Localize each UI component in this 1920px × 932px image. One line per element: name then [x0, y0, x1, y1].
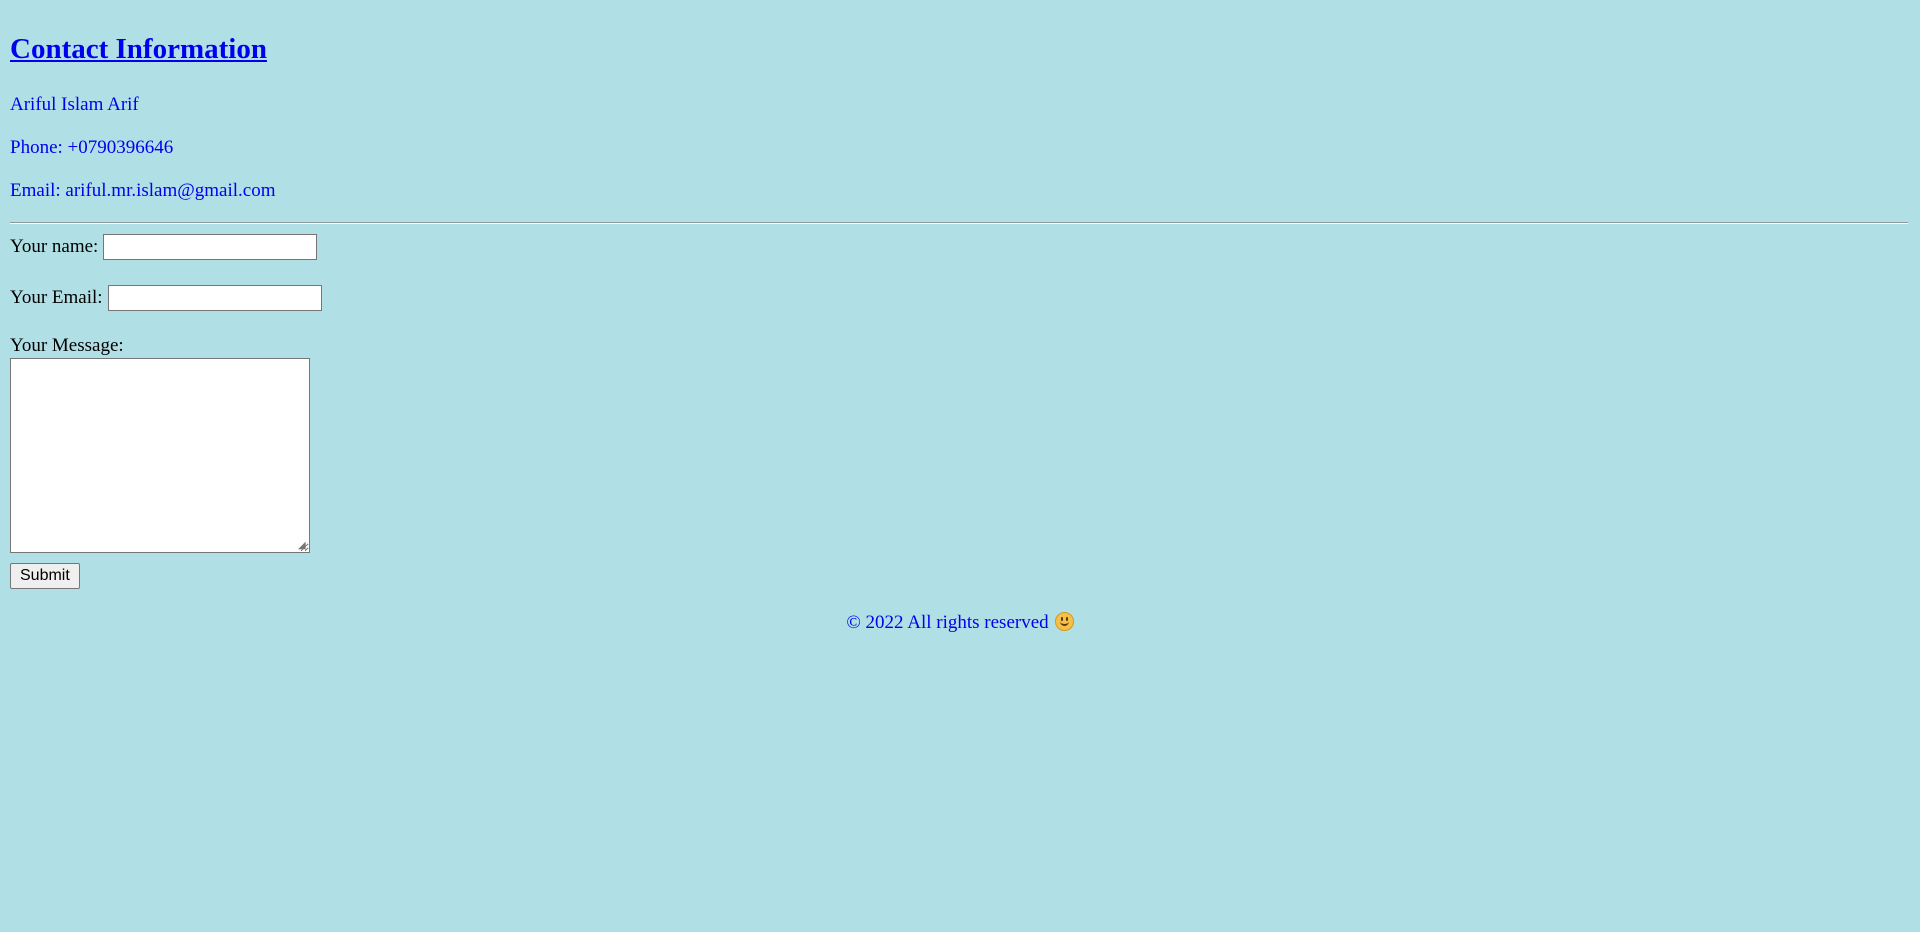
contact-email: Email: ariful.mr.islam@gmail.com [10, 180, 276, 201]
message-label: Your Message: [10, 335, 124, 356]
footer-text: © 2022 All rights reserved [846, 612, 1049, 633]
email-field-row: Your Email: [10, 285, 322, 311]
name-input[interactable] [103, 234, 318, 260]
name-label: Your name: [10, 236, 99, 257]
name-field-row: Your name: [10, 234, 318, 260]
message-textarea[interactable] [10, 358, 310, 553]
divider [10, 222, 1908, 224]
email-label: Your Email: [10, 287, 103, 308]
smiley-icon [1054, 612, 1074, 631]
footer: © 2022 All rights reserved [0, 612, 1920, 634]
email-input[interactable] [107, 285, 322, 311]
submit-button[interactable]: Submit [10, 563, 80, 589]
contact-title-link[interactable]: Contact Information [10, 33, 267, 66]
contact-name: Ariful Islam Arif [10, 94, 139, 115]
contact-phone: Phone: +0790396646 [10, 137, 174, 158]
